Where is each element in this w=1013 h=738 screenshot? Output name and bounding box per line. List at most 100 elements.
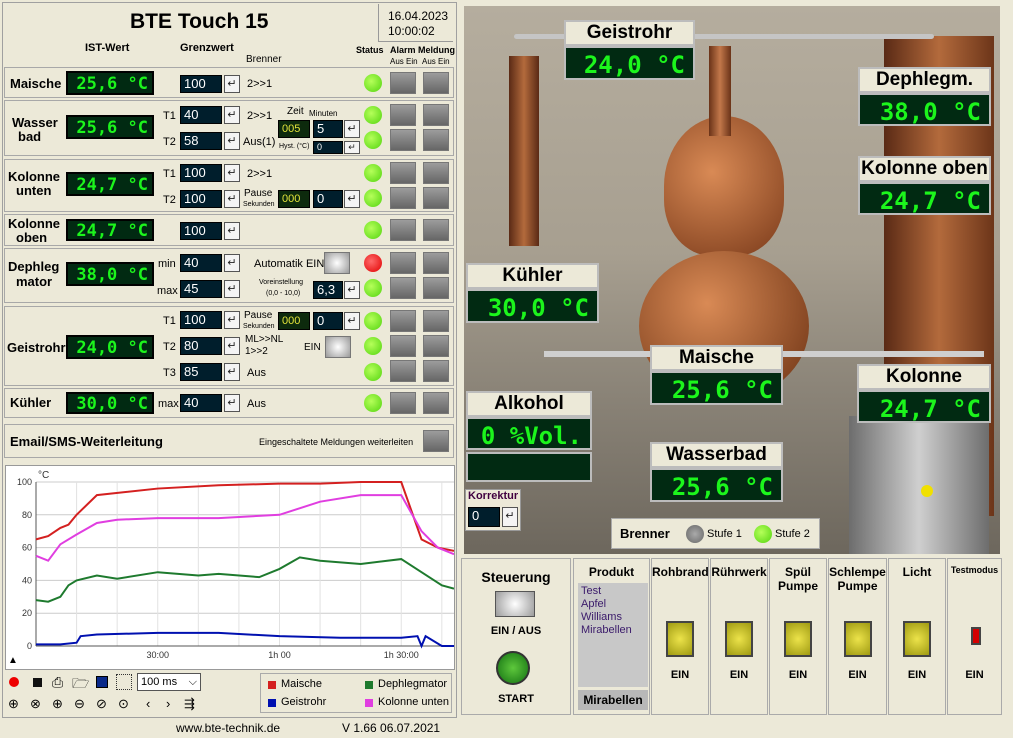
enter-icon[interactable]: ↵ [502, 507, 518, 527]
zoom-x-icon[interactable]: ⊗ [30, 696, 41, 712]
wasserbad-meldung-toggle-1[interactable] [423, 104, 449, 126]
y-tick-label: 80 [22, 510, 32, 520]
rohbrand-title: Rohbrand [652, 565, 709, 579]
enter-icon[interactable]: ↵ [224, 222, 240, 240]
geistrohr-alarm-toggle-1[interactable] [390, 310, 416, 332]
enter-icon[interactable]: ↵ [224, 164, 240, 182]
testmodus-switch[interactable] [971, 627, 981, 645]
scroll-right-icon[interactable]: › [166, 696, 170, 711]
enter-icon[interactable]: ↵ [224, 106, 240, 124]
enter-icon[interactable]: ↵ [344, 312, 360, 330]
enter-icon[interactable]: ↵ [224, 190, 240, 208]
kuehler-max-input[interactable]: 40 [180, 394, 222, 412]
geistrohr-t2-input[interactable]: 80 [180, 337, 222, 355]
geistrohr-alarm-toggle-2[interactable] [390, 335, 416, 357]
save-icon[interactable] [96, 676, 108, 688]
dephleg-max-input[interactable]: 45 [180, 280, 222, 298]
record-icon[interactable] [9, 677, 19, 687]
wasserbad-hyst-input[interactable]: 0 [313, 141, 343, 154]
dephleg-vorein-input[interactable]: 6,3 [313, 281, 343, 299]
wasserbad-alarm-toggle-1[interactable] [390, 104, 416, 126]
dephleg-alarm-toggle-2[interactable] [390, 277, 416, 299]
produkt-item[interactable]: Mirabellen [581, 624, 645, 637]
wasserbad-meldung-toggle-2[interactable] [423, 129, 449, 151]
geistrohr-t1-input[interactable]: 100 [180, 311, 222, 329]
chart-up-arrow-icon[interactable]: ▲ [8, 655, 18, 666]
scroll-left-icon[interactable]: ‹ [146, 696, 150, 711]
ruehrwerk-button[interactable] [725, 621, 753, 657]
export-icon[interactable]: ⇶ [184, 696, 195, 712]
kolonne-unten-meldung-toggle-1[interactable] [423, 162, 449, 184]
dephleg-alarm-toggle-1[interactable] [390, 252, 416, 274]
geistrohr-ein-toggle[interactable] [325, 336, 351, 358]
licht-button[interactable] [903, 621, 931, 657]
print-icon[interactable]: ⎙ [52, 674, 63, 691]
geistrohr-alarm-toggle-3[interactable] [390, 360, 416, 382]
dephleg-meldung-toggle-1[interactable] [423, 252, 449, 274]
kolonne-unten-t1-input[interactable]: 100 [180, 164, 222, 182]
maische-alarm-toggle[interactable] [390, 72, 416, 94]
enter-icon[interactable]: ↵ [224, 254, 240, 272]
enter-icon[interactable]: ↵ [344, 190, 360, 208]
enter-icon[interactable]: ↵ [224, 363, 240, 381]
enter-icon[interactable]: ↵ [224, 75, 240, 93]
kolonne-oben-meldung-toggle[interactable] [423, 219, 449, 241]
kolonne-oben-grenz-input[interactable]: 100 [180, 222, 222, 240]
open-folder-icon[interactable]: 🗁 [72, 673, 89, 697]
kuehler-meldung-toggle[interactable] [423, 392, 449, 414]
start-button[interactable] [496, 651, 530, 685]
wasserbad-zeit-input[interactable]: 5 [313, 120, 343, 138]
kuehler-alarm-toggle[interactable] [390, 392, 416, 414]
kolonne-unten-alarm-toggle-1[interactable] [390, 162, 416, 184]
dephleg-auto-toggle[interactable] [324, 252, 350, 274]
time-text: 10:00:02 [388, 24, 435, 38]
produkt-item[interactable]: Williams [581, 611, 645, 624]
overlay-maische-label: Maische [650, 345, 783, 371]
wasserbad-t1-input[interactable]: 40 [180, 106, 222, 124]
produkt-item[interactable]: Test [581, 585, 645, 598]
ein-aus-button[interactable] [495, 591, 535, 617]
grid-icon[interactable] [116, 674, 132, 690]
enter-icon[interactable]: ↵ [224, 311, 240, 329]
maische-meldung-toggle[interactable] [423, 72, 449, 94]
wasserbad-minuten-label: Minuten [309, 109, 338, 118]
enter-icon[interactable]: ↵ [224, 337, 240, 355]
korrektur-input[interactable]: 0 [468, 507, 500, 527]
enter-icon[interactable]: ↵ [344, 281, 360, 299]
dephleg-meldung-toggle-2[interactable] [423, 277, 449, 299]
geistrohr-meldung-toggle-1[interactable] [423, 310, 449, 332]
email-toggle[interactable] [423, 430, 449, 452]
schlempe-button[interactable] [843, 621, 872, 657]
wasserbad-alarm-toggle-2[interactable] [390, 129, 416, 151]
enter-icon[interactable]: ↵ [224, 132, 240, 150]
stop-icon[interactable] [33, 678, 42, 687]
interval-select[interactable]: 100 ms ⌵ [137, 673, 201, 691]
wasserbad-t2-input[interactable]: 58 [180, 132, 222, 150]
zoom-out-icon[interactable]: ⊖ [74, 696, 85, 712]
enter-icon[interactable]: ↵ [224, 394, 240, 412]
kolonne-oben-alarm-toggle[interactable] [390, 219, 416, 241]
geistrohr-pause-input[interactable]: 0 [313, 312, 343, 330]
geistrohr-t3-input[interactable]: 85 [180, 363, 222, 381]
spuel-button[interactable] [784, 621, 812, 657]
zoom-in-icon[interactable]: ⊕ [52, 696, 63, 712]
zoom-search-icon[interactable]: ⊙ [118, 696, 129, 712]
produkt-item[interactable]: Apfel [581, 598, 645, 611]
enter-icon[interactable]: ↵ [224, 280, 240, 298]
geistrohr-meldung-toggle-3[interactable] [423, 360, 449, 382]
kolonne-unten-pause-input[interactable]: 0 [313, 190, 343, 208]
enter-icon[interactable]: ↵ [344, 141, 360, 154]
geistrohr-meldung-toggle-2[interactable] [423, 335, 449, 357]
dephleg-min-input[interactable]: 40 [180, 254, 222, 272]
zoom-fit-icon[interactable]: ⊕ [8, 696, 19, 712]
kolonne-unten-meldung-toggle-2[interactable] [423, 187, 449, 209]
kolonne-unten-t2-input[interactable]: 100 [180, 190, 222, 208]
maische-grenz-input[interactable]: 100 [180, 75, 222, 93]
zoom-reset-icon[interactable]: ⊘ [96, 696, 107, 712]
enter-icon[interactable]: ↵ [344, 120, 360, 138]
produkt-list[interactable]: Test Apfel Williams Mirabellen [578, 583, 648, 687]
rohbrand-button[interactable] [666, 621, 694, 657]
y-tick-label: 0 [27, 641, 32, 651]
kolonne-unten-alarm-toggle-2[interactable] [390, 187, 416, 209]
footer-url[interactable]: www.bte-technik.de [176, 721, 280, 735]
